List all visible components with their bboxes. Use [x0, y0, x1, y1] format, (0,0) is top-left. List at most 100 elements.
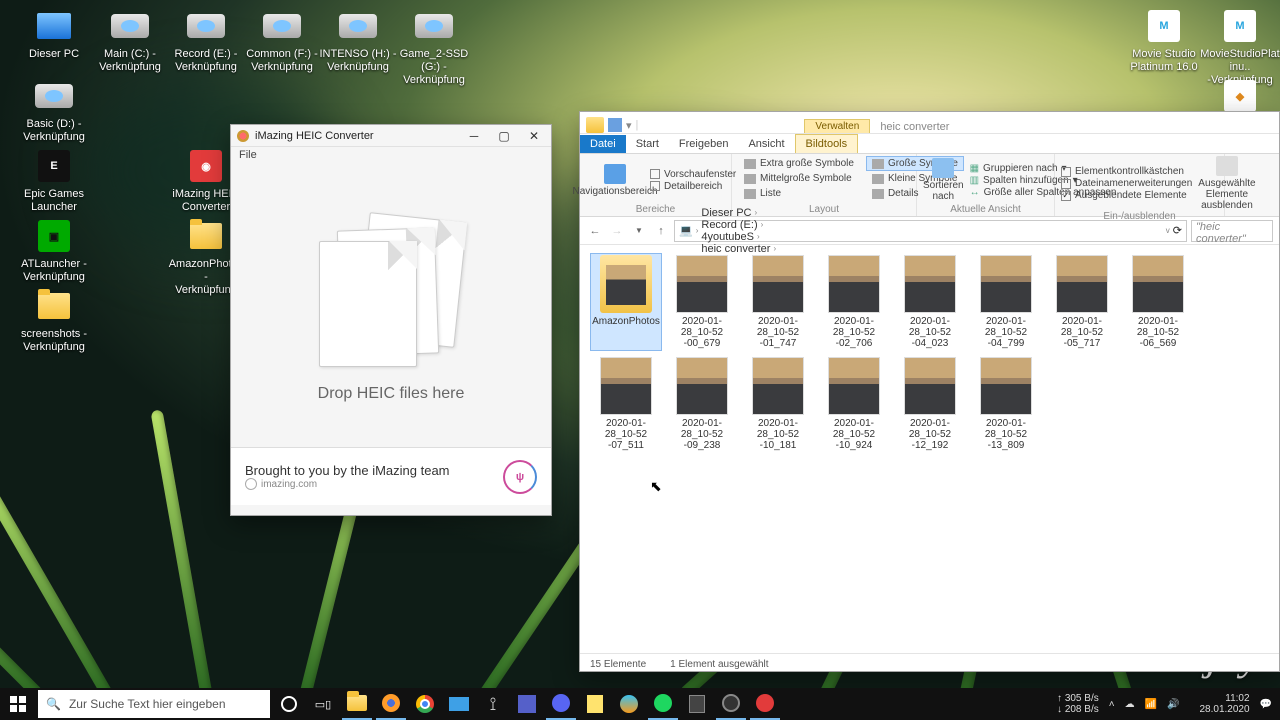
- image-item[interactable]: 2020-01-28_10-52 -05_717: [1046, 253, 1118, 351]
- taskbar-teams[interactable]: [512, 688, 542, 720]
- taskbar-steam[interactable]: ⟟: [478, 688, 508, 720]
- taskbar-amazon[interactable]: [614, 688, 644, 720]
- status-bar: 15 Elemente 1 Element ausgewählt: [580, 653, 1279, 675]
- desktop-icon[interactable]: Record (E:) - Verknüpfung: [166, 6, 246, 74]
- taskbar-discord[interactable]: [546, 688, 576, 720]
- tab-freigeben[interactable]: Freigeben: [669, 135, 739, 153]
- taskbar-explorer[interactable]: [342, 688, 372, 720]
- tab-bildtools[interactable]: Bildtools: [795, 134, 859, 153]
- taskbar-heic-converter[interactable]: [750, 688, 780, 720]
- breadcrumb-segment[interactable]: Dieser PC ›: [701, 207, 776, 219]
- desktop-icon[interactable]: MMovie Studio Platinum 16.0: [1124, 6, 1204, 74]
- qat-folder-icon[interactable]: [586, 117, 604, 133]
- folder-item[interactable]: AmazonPhotos: [590, 253, 662, 351]
- drop-zone[interactable]: Drop HEIC files here: [231, 167, 551, 447]
- taskbar-chrome[interactable]: [410, 688, 440, 720]
- menu-file[interactable]: File: [231, 147, 551, 167]
- taskbar-firefox[interactable]: [376, 688, 406, 720]
- desktop-icon[interactable]: MMovieStudioPlatinu.. -Verknüpfung: [1200, 6, 1280, 87]
- checkbox-hidden-items[interactable]: ✓Ausgeblendete Elemente: [1061, 190, 1192, 201]
- desktop-icon[interactable]: INTENSO (H:) - Verknüpfung: [318, 6, 398, 74]
- image-item[interactable]: 2020-01-28_10-52 -09_238: [666, 355, 738, 453]
- forward-button[interactable]: →: [608, 222, 626, 240]
- system-tray[interactable]: ↑ 305 B/s ↓ 208 B/s ˄ ☁ 📶 🔊 11:02 28.01.…: [1057, 693, 1278, 715]
- layout-option[interactable]: Liste: [738, 186, 860, 201]
- context-tab-manage[interactable]: Verwalten: [804, 119, 870, 133]
- minimize-button[interactable]: ─: [459, 125, 489, 147]
- desktop-icon[interactable]: screenshots - Verknüpfung: [14, 286, 94, 354]
- image-item[interactable]: 2020-01-28_10-52 -06_569: [1122, 253, 1194, 351]
- taskbar-search[interactable]: 🔍 Zur Suche Text hier eingeben: [38, 690, 270, 718]
- file-pile-icon: [311, 211, 471, 371]
- image-item[interactable]: 2020-01-28_10-52 -00_679: [666, 253, 738, 351]
- navigation-pane-button[interactable]: Navigationsbereich: [586, 156, 644, 204]
- explorer-content[interactable]: AmazonPhotos2020-01-28_10-52 -00_6792020…: [580, 245, 1279, 653]
- desktop-icon[interactable]: Game_2-SSD (G:) - Verknüpfung: [394, 6, 474, 87]
- image-item[interactable]: 2020-01-28_10-52 -04_799: [970, 253, 1042, 351]
- address-history-icon[interactable]: v: [1166, 226, 1170, 235]
- cortana-button[interactable]: [274, 688, 304, 720]
- tab-datei[interactable]: Datei: [580, 135, 626, 153]
- image-item[interactable]: 2020-01-28_10-52 -01_747: [742, 253, 814, 351]
- desktop-icon[interactable]: EEpic Games Launcher: [14, 146, 94, 214]
- address-bar[interactable]: 💻› Dieser PC › Record (E:) › 4youtubeS ›…: [674, 220, 1187, 242]
- converter-title: iMazing HEIC Converter: [255, 130, 374, 142]
- image-item[interactable]: 2020-01-28_10-52 -10_181: [742, 355, 814, 453]
- desktop-icon[interactable]: Dieser PC: [14, 6, 94, 61]
- volume-icon[interactable]: 🔊: [1167, 699, 1179, 710]
- tab-ansicht[interactable]: Ansicht: [738, 135, 794, 153]
- taskbar-obs[interactable]: [716, 688, 746, 720]
- close-button[interactable]: ✕: [519, 125, 549, 147]
- breadcrumb-segment[interactable]: Record (E:) ›: [701, 219, 776, 231]
- wifi-icon[interactable]: 📶: [1145, 699, 1157, 710]
- footer-link[interactable]: imazing.com: [245, 478, 450, 490]
- maximize-button[interactable]: ▢: [489, 125, 519, 147]
- taskbar-mail[interactable]: [444, 688, 474, 720]
- notifications-icon[interactable]: 💬: [1260, 699, 1272, 710]
- desktop-icon[interactable]: Common (F:) - Verknüpfung: [242, 6, 322, 74]
- image-item[interactable]: 2020-01-28_10-52 -13_809: [970, 355, 1042, 453]
- checkbox-extensions[interactable]: Dateinamenerweiterungen: [1061, 178, 1192, 189]
- explorer-titlebar[interactable]: ▾ | Verwalten heic converter: [580, 112, 1279, 134]
- converter-titlebar[interactable]: iMazing HEIC Converter ─ ▢ ✕: [231, 125, 551, 147]
- drop-text: Drop HEIC files here: [318, 385, 465, 403]
- layout-option[interactable]: Mittelgroße Symbole: [738, 171, 860, 186]
- status-selection: 1 Element ausgewählt: [670, 659, 768, 670]
- qat-props-icon[interactable]: [608, 118, 622, 132]
- tray-expand-icon[interactable]: ˄: [1109, 699, 1115, 710]
- image-item[interactable]: 2020-01-28_10-52 -12_192: [894, 355, 966, 453]
- checkbox-item-checkboxes[interactable]: Elementkontrollkästchen: [1061, 166, 1192, 177]
- recent-dropdown[interactable]: ▼: [630, 222, 648, 240]
- breadcrumb-segment[interactable]: 4youtubeS ›: [701, 231, 776, 243]
- explorer-window: ▾ | Verwalten heic converter Datei Start…: [579, 111, 1280, 672]
- taskbar-calculator[interactable]: [682, 688, 712, 720]
- taskbar-notes[interactable]: [580, 688, 610, 720]
- image-item[interactable]: 2020-01-28_10-52 -10_924: [818, 355, 890, 453]
- sort-button[interactable]: Sortieren nach: [923, 156, 964, 204]
- hide-selected-button[interactable]: Ausgewählte Elemente ausblenden: [1198, 156, 1255, 211]
- taskbar-spotify[interactable]: [648, 688, 678, 720]
- desktop-icon[interactable]: Main (C:) - Verknüpfung: [90, 6, 170, 74]
- image-item[interactable]: 2020-01-28_10-52 -04_023: [894, 253, 966, 351]
- layout-option[interactable]: Extra große Symbole: [738, 156, 860, 171]
- desktop-icon[interactable]: Basic (D:) - Verknüpfung: [14, 76, 94, 144]
- taskview-button[interactable]: ▭▯: [308, 688, 338, 720]
- details-pane-toggle[interactable]: Detailbereich: [650, 181, 736, 192]
- search-input[interactable]: "heic converter": [1191, 220, 1273, 242]
- image-item[interactable]: 2020-01-28_10-52 -07_511: [590, 355, 662, 453]
- ribbon-tabs: Datei Start Freigeben Ansicht Bildtools: [580, 134, 1279, 154]
- up-button[interactable]: ↑: [652, 222, 670, 240]
- tab-start[interactable]: Start: [626, 135, 669, 153]
- cloud-icon[interactable]: ☁: [1125, 699, 1135, 710]
- qat-dropdown-icon[interactable]: ▾: [626, 119, 632, 132]
- preview-pane-toggle[interactable]: Vorschaufenster: [650, 169, 736, 180]
- taskbar: 🔍 Zur Suche Text hier eingeben ▭▯ ⟟ ↑ 30…: [0, 688, 1280, 720]
- start-button[interactable]: [2, 688, 34, 720]
- back-button[interactable]: ←: [586, 222, 604, 240]
- refresh-icon[interactable]: ⟳: [1173, 224, 1182, 237]
- clock[interactable]: 11:02 28.01.2020: [1199, 693, 1249, 715]
- ribbon: Navigationsbereich Vorschaufenster Detai…: [580, 154, 1279, 217]
- desktop-icon[interactable]: ▣ATLauncher - Verknüpfung: [14, 216, 94, 284]
- search-icon: 🔍: [46, 697, 61, 711]
- image-item[interactable]: 2020-01-28_10-52 -02_706: [818, 253, 890, 351]
